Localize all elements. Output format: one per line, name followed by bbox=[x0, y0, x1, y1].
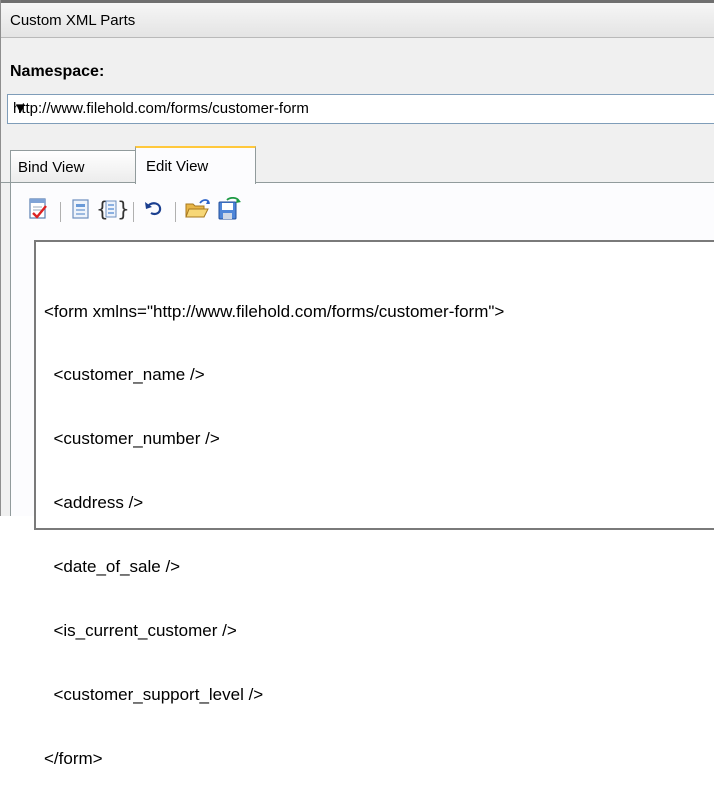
toolbar-separator bbox=[60, 202, 61, 222]
chevron-down-icon[interactable]: ▼ bbox=[13, 100, 714, 117]
toolbar-separator bbox=[133, 202, 134, 222]
namespace-label: Namespace: bbox=[10, 63, 105, 80]
svg-text:}: } bbox=[117, 197, 128, 221]
code-line: <customer_number /> bbox=[44, 429, 220, 449]
namespace-dropdown[interactable]: http://www.filehold.com/forms/customer-f… bbox=[7, 94, 714, 124]
code-line: <customer_name /> bbox=[44, 365, 205, 385]
pane-title: Custom XML Parts bbox=[10, 12, 136, 29]
toolbar-separator bbox=[175, 202, 176, 222]
pane-title-bar: Custom XML Parts bbox=[1, 0, 714, 38]
custom-xml-parts-pane: Custom XML Parts Namespace: http://www.f… bbox=[0, 0, 714, 768]
tab-edit-view-label: Edit View bbox=[146, 158, 209, 175]
open-folder-icon[interactable] bbox=[184, 197, 212, 223]
code-line: <is_current_customer /> bbox=[44, 621, 237, 641]
xml-code: <form xmlns="http://www.filehold.com/for… bbox=[44, 258, 504, 812]
save-icon[interactable] bbox=[215, 196, 243, 223]
properties-icon[interactable] bbox=[70, 197, 94, 223]
code-line: <customer_support_level /> bbox=[44, 684, 264, 704]
tab-bind-view[interactable]: Bind View bbox=[10, 150, 136, 182]
tab-bind-view-label: Bind View bbox=[18, 159, 85, 176]
format-xml-icon[interactable]: { } bbox=[96, 197, 130, 223]
code-line: <address /> bbox=[44, 493, 144, 513]
xml-editor[interactable]: <form xmlns="http://www.filehold.com/for… bbox=[34, 240, 714, 768]
validate-icon[interactable] bbox=[27, 197, 51, 223]
code-line: <form xmlns="http://www.filehold.com/for… bbox=[44, 301, 505, 321]
tab-edit-view[interactable]: Edit View bbox=[135, 146, 256, 184]
code-line: <date_of_sale /> bbox=[44, 557, 181, 577]
undo-icon[interactable] bbox=[142, 197, 166, 223]
code-line: </form> bbox=[44, 748, 103, 768]
